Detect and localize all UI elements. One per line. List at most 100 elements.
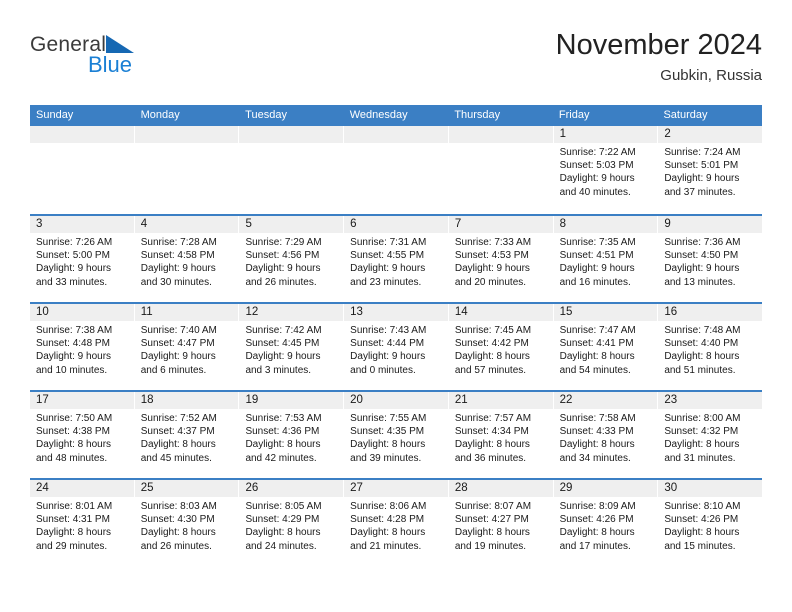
daylight-text-line1: Daylight: 9 hours (36, 351, 112, 363)
calendar-day-cell[interactable]: 19 Sunrise: 7:53 AM Sunset: 4:36 PM Dayligh… (239, 392, 345, 478)
daylight-text-line2: and 21 minutes. (350, 540, 422, 552)
sunrise-text: Sunrise: 7:31 AM (350, 237, 427, 248)
weekday-header-saturday: Saturday (663, 109, 708, 121)
calendar-week-row: 1 Sunrise: 7:22 AM Sunset: 5:03 PM Daylight… (30, 126, 763, 214)
day-sun-info: Sunrise: 7:53 AM Sunset: 4:36 PM Daylight:… (239, 409, 343, 465)
sunrise-text: Sunrise: 7:47 AM (559, 325, 636, 336)
calendar-day-cell[interactable]: 13 Sunrise: 7:43 AM Sunset: 4:44 PM Dayligh… (344, 304, 449, 390)
calendar-day-cell[interactable]: 5 Sunrise: 7:29 AM Sunset: 4:56 PM Daylight… (239, 216, 345, 302)
day-number: 22 (553, 392, 658, 409)
calendar-day-cell[interactable]: 14 Sunrise: 7:45 AM Sunset: 4:42 PM Dayligh… (448, 304, 554, 390)
calendar-day-cell[interactable]: 26 Sunrise: 8:05 AM Sunset: 4:29 PM Dayligh… (239, 480, 345, 566)
daylight-text-line1: Daylight: 9 hours (245, 351, 321, 363)
day-number: 7 (448, 216, 553, 233)
sunrise-text: Sunrise: 7:36 AM (664, 237, 741, 248)
day-number: 29 (553, 480, 658, 497)
day-sun-info: Sunrise: 7:43 AM Sunset: 4:44 PM Daylight:… (344, 321, 448, 377)
calendar-day-cell[interactable]: 6 Sunrise: 7:31 AM Sunset: 4:55 PM Daylight… (344, 216, 449, 302)
sunset-text: Sunset: 4:45 PM (245, 338, 320, 350)
calendar-day-cell[interactable]: 12 Sunrise: 7:42 AM Sunset: 4:45 PM Dayligh… (239, 304, 345, 390)
day-sun-info: Sunrise: 7:50 AM Sunset: 4:38 PM Daylight:… (30, 409, 134, 465)
day-number: 14 (448, 304, 553, 321)
calendar-day-cell[interactable]: 7 Sunrise: 7:33 AM Sunset: 4:53 PM Daylight… (448, 216, 554, 302)
weekday-header-monday: Monday (140, 109, 180, 121)
calendar-day-cell[interactable]: 8 Sunrise: 7:35 AM Sunset: 4:51 PM Daylight… (553, 216, 659, 302)
calendar-day-cell[interactable]: 29 Sunrise: 8:09 AM Sunset: 4:26 PM Dayligh… (553, 480, 659, 566)
calendar-day-cell[interactable]: 27 Sunrise: 8:06 AM Sunset: 4:28 PM Dayligh… (344, 480, 449, 566)
daylight-text-line1: Daylight: 9 hours (664, 263, 740, 275)
calendar-day-cell[interactable]: 22 Sunrise: 7:58 AM Sunset: 4:33 PM Dayligh… (553, 392, 659, 478)
calendar-day-cell[interactable]: 24 Sunrise: 8:01 AM Sunset: 4:31 PM Dayligh… (30, 480, 135, 566)
daylight-text-line1: Daylight: 9 hours (559, 263, 635, 275)
day-number: 1 (553, 126, 658, 143)
daylight-text-line2: and 54 minutes. (559, 364, 631, 376)
sunset-text: Sunset: 4:33 PM (559, 426, 634, 438)
calendar-day-cell[interactable]: 10 Sunrise: 7:38 AM Sunset: 4:48 PM Dayligh… (30, 304, 135, 390)
sunset-text: Sunset: 4:37 PM (140, 426, 215, 438)
sunrise-text: Sunrise: 8:06 AM (350, 501, 427, 512)
day-number: 8 (553, 216, 658, 233)
calendar-week-row: 3 Sunrise: 7:26 AM Sunset: 5:00 PM Daylight… (30, 214, 763, 302)
day-number: 24 (30, 480, 134, 497)
sunrise-text: Sunrise: 7:52 AM (140, 413, 217, 424)
day-number: 16 (658, 304, 763, 321)
page-header: General Blue November 2024 Gubkin, Russi… (30, 28, 762, 94)
calendar-day-cell[interactable]: 3 Sunrise: 7:26 AM Sunset: 5:00 PM Daylight… (30, 216, 135, 302)
calendar-day-cell[interactable]: 18 Sunrise: 7:52 AM Sunset: 4:37 PM Dayligh… (134, 392, 240, 478)
calendar-day-cell[interactable]: 23 Sunrise: 8:00 AM Sunset: 4:32 PM Dayligh… (658, 392, 763, 478)
weekday-header-wednesday: Wednesday (349, 109, 408, 121)
calendar-day-cell[interactable]: 2 Sunrise: 7:24 AM Sunset: 5:01 PM Daylight… (658, 126, 763, 214)
calendar-day-cell[interactable]: 28 Sunrise: 8:07 AM Sunset: 4:27 PM Dayligh… (448, 480, 554, 566)
daylight-text-line1: Daylight: 8 hours (664, 351, 740, 363)
logo[interactable]: General Blue (30, 34, 270, 90)
day-number: 10 (30, 304, 134, 321)
day-sun-info: Sunrise: 7:26 AM Sunset: 5:00 PM Daylight:… (30, 233, 134, 289)
calendar-day-cell[interactable]: 4 Sunrise: 7:28 AM Sunset: 4:58 PM Daylight… (134, 216, 240, 302)
daylight-text-line1: Daylight: 9 hours (454, 263, 530, 275)
calendar-day-cell[interactable]: 30 Sunrise: 8:10 AM Sunset: 4:26 PM Dayligh… (658, 480, 763, 566)
calendar-day-cell[interactable]: 21 Sunrise: 7:57 AM Sunset: 4:34 PM Dayligh… (448, 392, 554, 478)
day-sun-info: Sunrise: 8:09 AM Sunset: 4:26 PM Daylight:… (554, 497, 658, 553)
day-sun-info: Sunrise: 7:36 AM Sunset: 4:50 PM Daylight:… (658, 233, 762, 289)
page-subtitle: Gubkin, Russia (660, 67, 762, 84)
calendar-week-row: 24 Sunrise: 8:01 AM Sunset: 4:31 PM Dayligh… (30, 478, 763, 566)
daylight-text-line1: Daylight: 9 hours (140, 263, 216, 275)
daylight-text-line2: and 16 minutes. (559, 276, 631, 288)
calendar-day-cell[interactable]: 25 Sunrise: 8:03 AM Sunset: 4:30 PM Dayligh… (134, 480, 240, 566)
calendar-day-cell[interactable]: 1 Sunrise: 7:22 AM Sunset: 5:03 PM Daylight… (553, 126, 659, 214)
calendar-day-cell[interactable]: 17 Sunrise: 7:50 AM Sunset: 4:38 PM Dayligh… (30, 392, 135, 478)
sunrise-text: Sunrise: 8:10 AM (664, 501, 741, 512)
sunset-text: Sunset: 4:40 PM (664, 338, 739, 350)
daylight-text-line1: Daylight: 9 hours (350, 263, 426, 275)
day-sun-info: Sunrise: 8:07 AM Sunset: 4:27 PM Daylight:… (449, 497, 553, 553)
day-sun-info: Sunrise: 7:47 AM Sunset: 4:41 PM Daylight:… (554, 321, 658, 377)
sunset-text: Sunset: 5:00 PM (36, 250, 110, 262)
sunrise-text: Sunrise: 8:09 AM (559, 501, 636, 512)
weekday-header-tuesday: Tuesday (245, 109, 287, 121)
day-number: 12 (239, 304, 344, 321)
sunset-text: Sunset: 5:01 PM (664, 160, 739, 172)
calendar-day-cell[interactable]: 11 Sunrise: 7:40 AM Sunset: 4:47 PM Dayligh… (134, 304, 240, 390)
daylight-text-line2: and 40 minutes. (559, 186, 631, 198)
sunrise-text: Sunrise: 8:07 AM (454, 501, 532, 512)
sunset-text: Sunset: 4:44 PM (350, 338, 425, 350)
day-sun-info: Sunrise: 8:01 AM Sunset: 4:31 PM Daylight:… (30, 497, 134, 553)
daylight-text-line2: and 15 minutes. (664, 540, 736, 552)
calendar-day-cell[interactable]: 15 Sunrise: 7:47 AM Sunset: 4:41 PM Dayligh… (553, 304, 659, 390)
calendar-day-cell[interactable]: 9 Sunrise: 7:36 AM Sunset: 4:50 PM Daylight… (658, 216, 763, 302)
sunrise-text: Sunrise: 7:29 AM (245, 237, 322, 248)
daylight-text-line2: and 19 minutes. (454, 540, 527, 552)
sunrise-text: Sunrise: 7:24 AM (664, 147, 741, 158)
calendar-day-cell[interactable]: 20 Sunrise: 7:55 AM Sunset: 4:35 PM Dayligh… (344, 392, 449, 478)
sunset-text: Sunset: 4:26 PM (559, 514, 634, 526)
calendar-day-cell[interactable]: 16 Sunrise: 7:48 AM Sunset: 4:40 PM Dayligh… (658, 304, 763, 390)
sunrise-text: Sunrise: 7:58 AM (559, 413, 636, 424)
day-sun-info: Sunrise: 7:22 AM Sunset: 5:03 PM Daylight:… (554, 143, 658, 199)
daylight-text-line1: Daylight: 8 hours (245, 527, 321, 539)
daylight-text-line1: Daylight: 9 hours (350, 351, 426, 363)
sunset-text: Sunset: 4:27 PM (454, 514, 529, 526)
blue-triangle-icon (106, 35, 135, 53)
sunset-text: Sunset: 4:53 PM (454, 250, 529, 262)
sunset-text: Sunset: 4:48 PM (36, 338, 110, 350)
sunset-text: Sunset: 4:34 PM (454, 426, 529, 438)
